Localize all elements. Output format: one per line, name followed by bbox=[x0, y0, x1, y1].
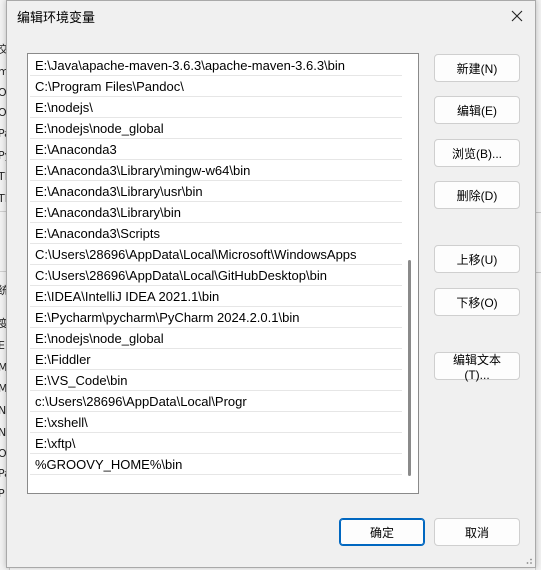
close-icon bbox=[511, 10, 523, 22]
path-list-item[interactable]: E:\xshell\ bbox=[30, 412, 402, 433]
new-button[interactable]: 新建(N) bbox=[434, 54, 520, 82]
path-list-item[interactable]: C:\Users\28696\AppData\Local\GitHubDeskt… bbox=[30, 265, 402, 286]
edit-text-button[interactable]: 编辑文本(T)... bbox=[434, 352, 520, 382]
path-list-item[interactable]: E:\Anaconda3\Library\usr\bin bbox=[30, 181, 402, 202]
path-list-item[interactable]: E:\Java\apache-maven-3.6.3\apache-maven-… bbox=[30, 55, 402, 76]
path-list-item[interactable]: E:\Anaconda3 bbox=[30, 139, 402, 160]
path-list-item[interactable]: E:\xftp\ bbox=[30, 433, 402, 454]
dialog-title: 编辑环境变量 bbox=[17, 11, 96, 26]
path-list-item[interactable]: E:\nodejs\node_global bbox=[30, 118, 402, 139]
move-down-button[interactable]: 下移(O) bbox=[434, 288, 520, 316]
close-button[interactable] bbox=[499, 1, 535, 31]
path-list-item[interactable]: E:\Anaconda3\Library\mingw-w64\bin bbox=[30, 160, 402, 181]
edit-button[interactable]: 编辑(E) bbox=[434, 96, 520, 124]
path-list-item[interactable]: E:\Anaconda3\Library\bin bbox=[30, 202, 402, 223]
background-divider bbox=[536, 272, 541, 273]
path-list-item[interactable]: %GROOVY_HOME%\bin bbox=[30, 454, 402, 475]
background-divider bbox=[536, 212, 541, 213]
path-list-item[interactable]: C:\Users\28696\AppData\Local\Microsoft\W… bbox=[30, 244, 402, 265]
path-list-item[interactable]: E:\Anaconda3\Scripts bbox=[30, 223, 402, 244]
path-list-item[interactable]: C:\Program Files\Pandoc\ bbox=[30, 76, 402, 97]
resize-grip-icon[interactable] bbox=[523, 555, 533, 565]
move-up-button[interactable]: 上移(U) bbox=[434, 245, 520, 273]
vertical-scrollbar[interactable] bbox=[402, 54, 418, 493]
path-list-item[interactable]: E:\IDEA\IntelliJ IDEA 2021.1\bin bbox=[30, 286, 402, 307]
ok-button[interactable]: 确定 bbox=[339, 518, 425, 546]
browse-button[interactable]: 浏览(B)... bbox=[434, 139, 520, 167]
path-list-item[interactable]: c:\Users\28696\AppData\Local\Progr bbox=[30, 391, 402, 412]
edit-environment-variable-dialog: 编辑环境变量 E:\Java\apache-maven-3.6.3\apache… bbox=[6, 0, 536, 568]
cancel-button[interactable]: 取消 bbox=[434, 518, 520, 546]
path-list-item[interactable]: E:\Pycharm\pycharm\PyCharm 2024.2.0.1\bi… bbox=[30, 307, 402, 328]
scrollbar-thumb[interactable] bbox=[408, 260, 411, 476]
title-bar[interactable]: 编辑环境变量 bbox=[7, 1, 535, 31]
path-list-item[interactable]: E:\Fiddler bbox=[30, 349, 402, 370]
path-list-item[interactable]: E:\nodejs\node_global bbox=[30, 328, 402, 349]
path-list[interactable]: E:\Java\apache-maven-3.6.3\apache-maven-… bbox=[27, 53, 419, 494]
path-list-item[interactable]: E:\nodejs\ bbox=[30, 97, 402, 118]
delete-button[interactable]: 删除(D) bbox=[434, 181, 520, 209]
path-list-item[interactable]: E:\VS_Code\bin bbox=[30, 370, 402, 391]
